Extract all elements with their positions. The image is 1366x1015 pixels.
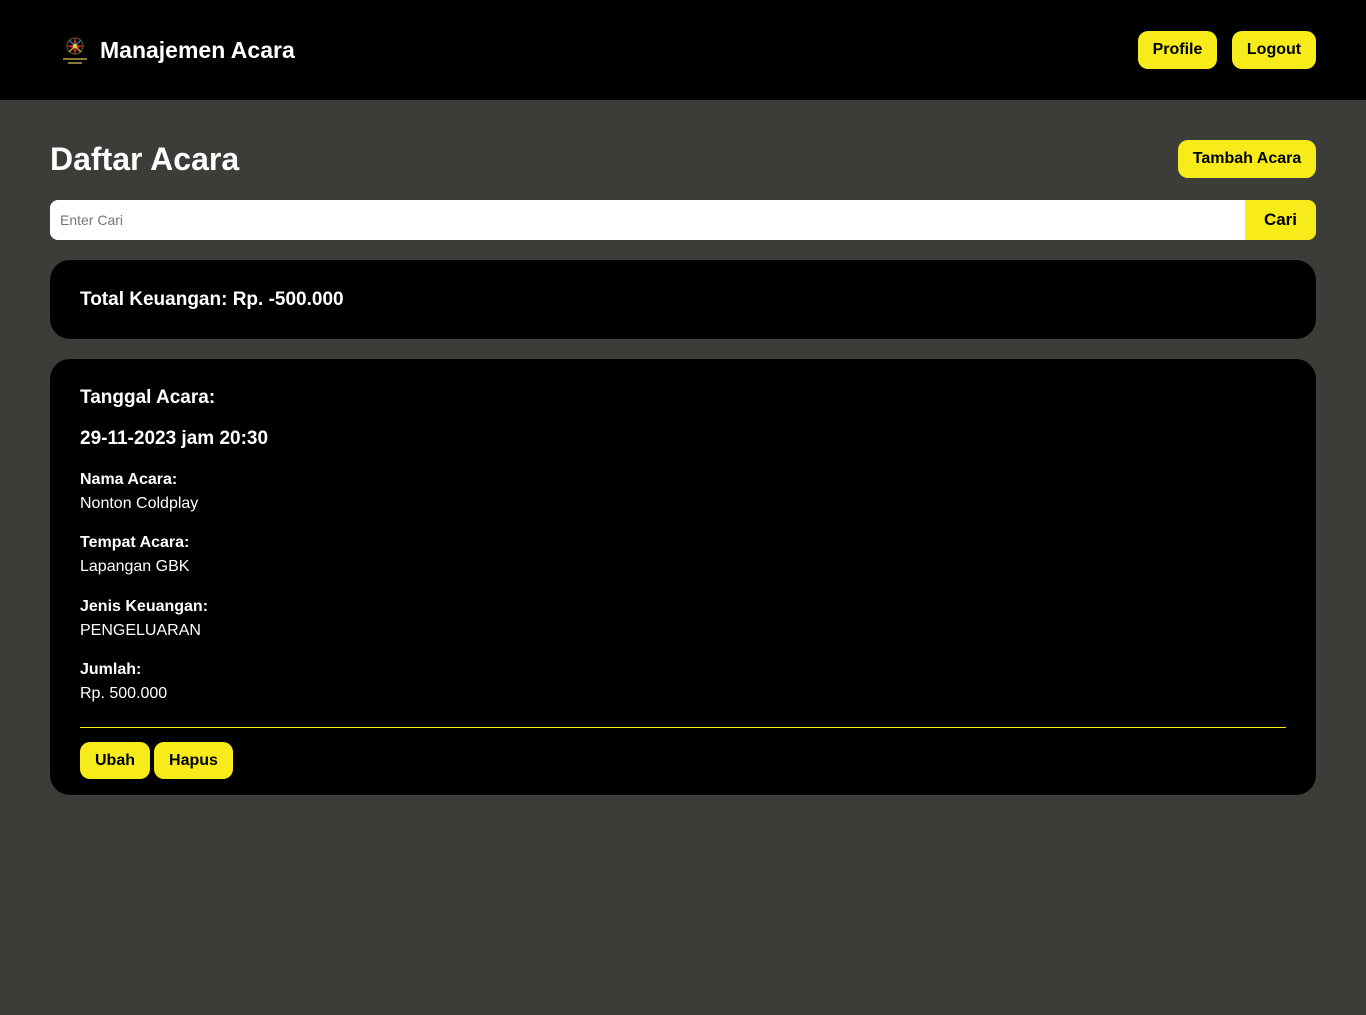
profile-button[interactable]: Profile: [1138, 31, 1217, 69]
search-input[interactable]: [50, 200, 1245, 240]
finance-type-value: PENGELUARAN: [80, 622, 201, 639]
event-management-logo-icon: [60, 33, 90, 67]
card-divider: [80, 727, 1286, 728]
app-title: Manajemen Acara: [100, 36, 295, 63]
edit-event-button[interactable]: Ubah: [80, 742, 150, 779]
total-finance-card: Total Keuangan: Rp. -500.000: [50, 260, 1316, 339]
search-button[interactable]: Cari: [1245, 200, 1316, 240]
delete-event-button[interactable]: Hapus: [154, 742, 233, 779]
event-place-label: Tempat Acara:: [80, 534, 190, 551]
event-card: Tanggal Acara: 29-11-2023 jam 20:30 Nama…: [50, 359, 1316, 795]
finance-type-label: Jenis Keuangan:: [80, 598, 209, 615]
event-date-value: 29-11-2023 jam 20:30: [80, 428, 269, 449]
event-date-label: Tanggal Acara:: [80, 387, 216, 408]
search-form: Cari: [50, 200, 1316, 240]
navbar: Manajemen Acara Profile Logout: [0, 0, 1366, 100]
add-event-button[interactable]: Tambah Acara: [1178, 140, 1316, 178]
amount-label: Jumlah:: [80, 661, 142, 678]
brand-link[interactable]: Manajemen Acara: [60, 31, 295, 69]
amount-value: Rp. 500.000: [80, 685, 168, 702]
page-title: Daftar Acara: [50, 141, 240, 177]
event-name-label: Nama Acara:: [80, 471, 178, 488]
event-name-value: Nonton Coldplay: [80, 495, 199, 512]
total-finance-text: Total Keuangan: Rp. -500.000: [80, 288, 344, 310]
event-place-value: Lapangan GBK: [80, 558, 190, 575]
logout-button[interactable]: Logout: [1232, 31, 1316, 69]
